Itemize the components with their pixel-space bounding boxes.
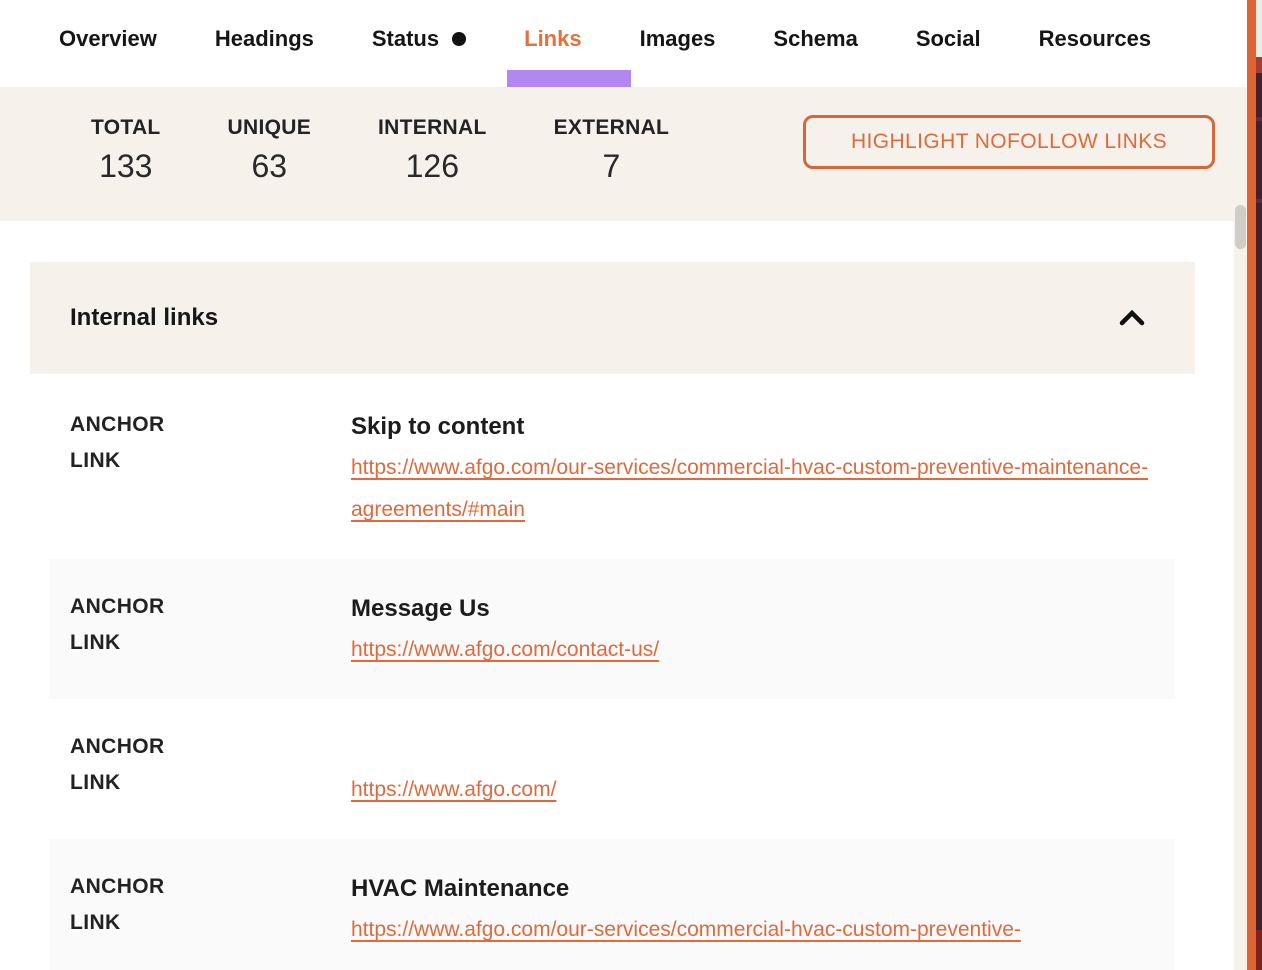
stat-item-external: EXTERNAL 7 [554, 115, 670, 221]
scrollbar-track[interactable] [1234, 221, 1247, 970]
links-panel: Internal links ANCHOR LINK Skip to conte… [0, 262, 1234, 970]
internal-links-section-header[interactable]: Internal links [30, 262, 1195, 374]
link-anchor-text: Message Us [351, 589, 1175, 629]
link-anchor-text: HVAC Maintenance [351, 869, 1175, 909]
nav-tab-resources[interactable]: Resources [1039, 27, 1152, 51]
stat-label: TOTAL [91, 115, 161, 141]
link-row: ANCHOR LINK Skip to content https://www.… [49, 377, 1175, 559]
stat-value: 126 [378, 149, 487, 183]
nav-tab-overview[interactable]: Overview [59, 27, 157, 51]
stats-bar: TOTAL 133 UNIQUE 63 INTERNAL 126 EXTERNA… [0, 87, 1247, 221]
internal-links-list: ANCHOR LINK Skip to content https://www.… [0, 377, 1234, 970]
stat-label: UNIQUE [228, 115, 311, 141]
nav-tab-label: Schema [773, 27, 857, 51]
nav-tab-schema[interactable]: Schema [773, 27, 857, 51]
link-type-label: ANCHOR LINK [70, 729, 351, 811]
link-row: ANCHOR LINK https://www.afgo.com/ [49, 699, 1175, 839]
link-url[interactable]: https://www.afgo.com/our-services/commer… [351, 909, 1175, 951]
highlight-nofollow-links-button[interactable]: HIGHLIGHT NOFOLLOW LINKS [803, 115, 1215, 169]
underlying-page-background [1256, 0, 1262, 970]
chevron-up-icon [1119, 310, 1145, 326]
active-tab-underline [507, 70, 631, 88]
section-title: Internal links [70, 304, 218, 332]
link-details: HVAC Maintenance https://www.afgo.com/ou… [351, 869, 1175, 951]
link-type-label: ANCHOR LINK [70, 407, 351, 531]
link-url[interactable]: https://www.afgo.com/contact-us/ [351, 629, 1175, 671]
nav-tab-label: Overview [59, 27, 157, 51]
nav-tab-social[interactable]: Social [916, 27, 981, 51]
stat-value: 63 [228, 149, 311, 183]
nav-tab-links[interactable]: Links [524, 27, 581, 51]
scrollbar-thumb[interactable] [1235, 205, 1246, 249]
link-anchor-text [351, 729, 1175, 769]
nav-tab-label: Headings [215, 27, 314, 51]
stat-item-internal: INTERNAL 126 [378, 115, 487, 221]
collapse-section-button[interactable] [1114, 303, 1150, 333]
link-anchor-text: Skip to content [351, 407, 1175, 447]
stat-value: 7 [554, 149, 670, 183]
stat-label: EXTERNAL [554, 115, 670, 141]
link-row: ANCHOR LINK Message Us https://www.afgo.… [49, 559, 1175, 699]
stat-item-unique: UNIQUE 63 [228, 115, 311, 221]
nav-tab-status[interactable]: Status [372, 27, 466, 51]
link-details: https://www.afgo.com/ [351, 729, 1175, 811]
nav-tab-label: Resources [1039, 27, 1152, 51]
link-row: ANCHOR LINK HVAC Maintenance https://www… [49, 839, 1175, 970]
nav-tab-label: Links [524, 27, 581, 51]
link-details: Message Us https://www.afgo.com/contact-… [351, 589, 1175, 671]
underlying-page-border [1247, 0, 1256, 970]
stat-item-total: TOTAL 133 [91, 115, 161, 221]
link-type-label: ANCHOR LINK [70, 869, 351, 951]
link-details: Skip to content https://www.afgo.com/our… [351, 407, 1175, 531]
stat-label: INTERNAL [378, 115, 487, 141]
nav-tab-images[interactable]: Images [640, 27, 716, 51]
link-url[interactable]: https://www.afgo.com/our-services/commer… [351, 447, 1175, 531]
status-dot-icon [452, 32, 466, 46]
nav-tab-label: Social [916, 27, 981, 51]
nav-tab-headings[interactable]: Headings [215, 27, 314, 51]
nav-tab-label: Status [372, 27, 439, 51]
link-url[interactable]: https://www.afgo.com/ [351, 769, 1175, 811]
link-type-label: ANCHOR LINK [70, 589, 351, 671]
underlying-page-strip [1247, 0, 1262, 970]
stat-value: 133 [91, 149, 161, 183]
nav-tab-label: Images [640, 27, 716, 51]
